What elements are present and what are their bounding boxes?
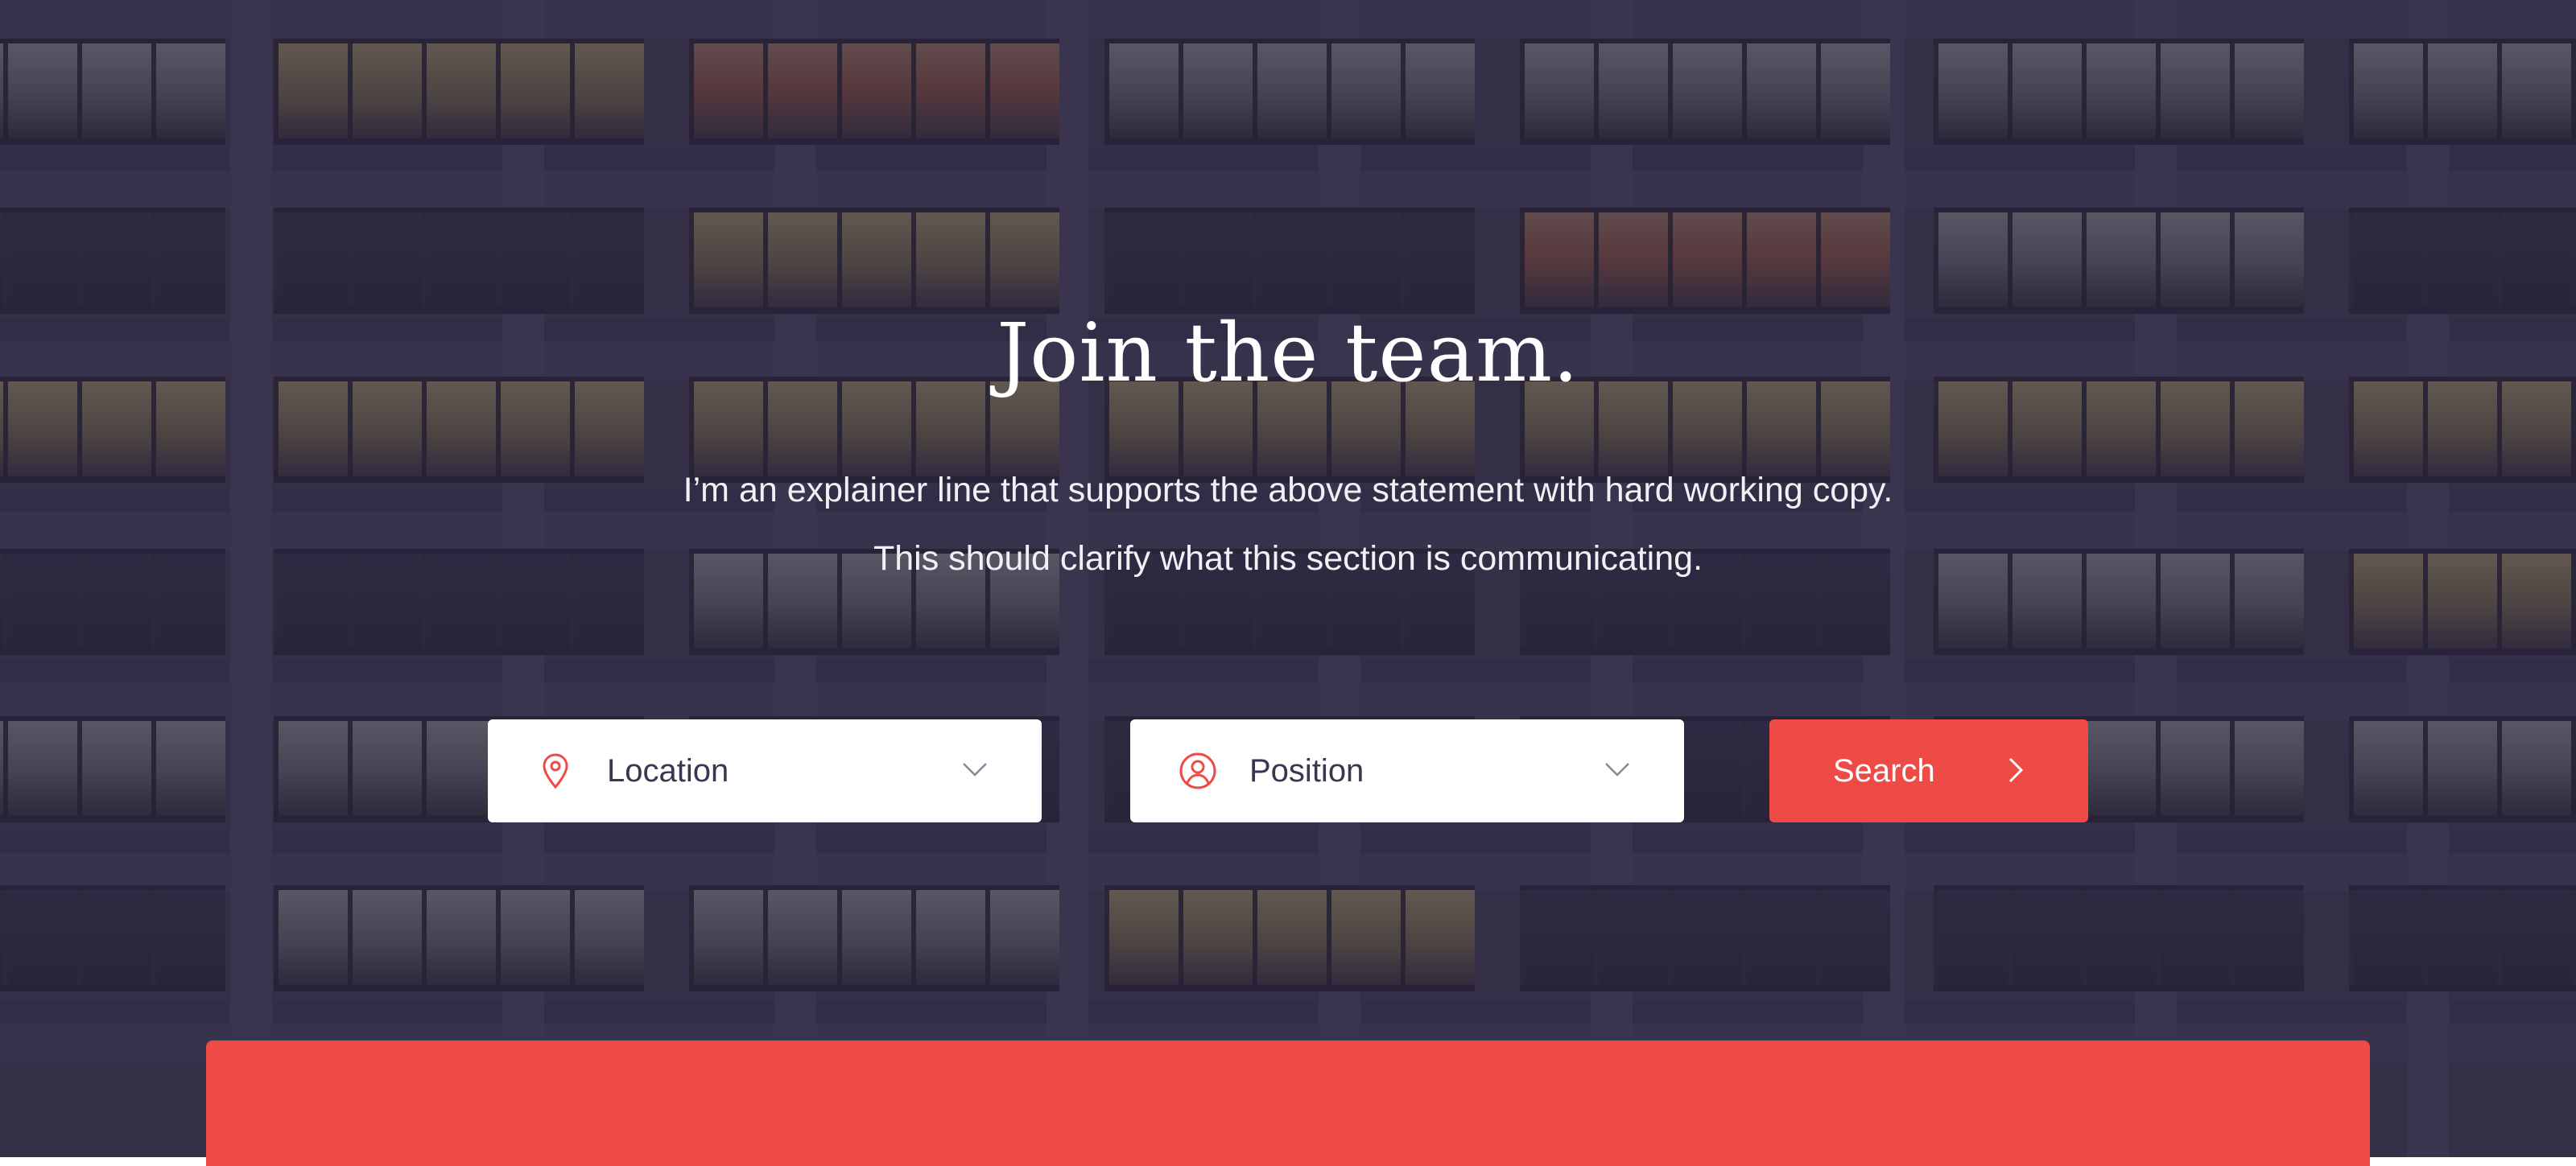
featured-panel: [206, 1040, 2370, 1166]
location-dropdown[interactable]: Location: [488, 719, 1042, 822]
search-button-label: Search: [1833, 753, 1935, 789]
chevron-right-icon: [2006, 755, 2025, 785]
chevron-down-icon: [1604, 760, 1631, 779]
hero-subtitle: I’m an explainer line that supports the …: [683, 471, 1893, 509]
position-dropdown[interactable]: Position: [1130, 719, 1684, 822]
user-circle-icon: [1177, 750, 1219, 792]
hero-background: [0, 0, 2576, 1166]
map-pin-icon: [535, 750, 576, 792]
hero-overlay: [0, 0, 2576, 1166]
position-dropdown-label: Position: [1249, 753, 1364, 789]
hero-subtitle-secondary: This should clarify what this section is…: [873, 539, 1703, 578]
page-title: Join the team.: [997, 306, 1579, 400]
search-button[interactable]: Search: [1769, 719, 2088, 822]
location-dropdown-label: Location: [607, 753, 729, 789]
chevron-down-icon: [961, 760, 989, 779]
